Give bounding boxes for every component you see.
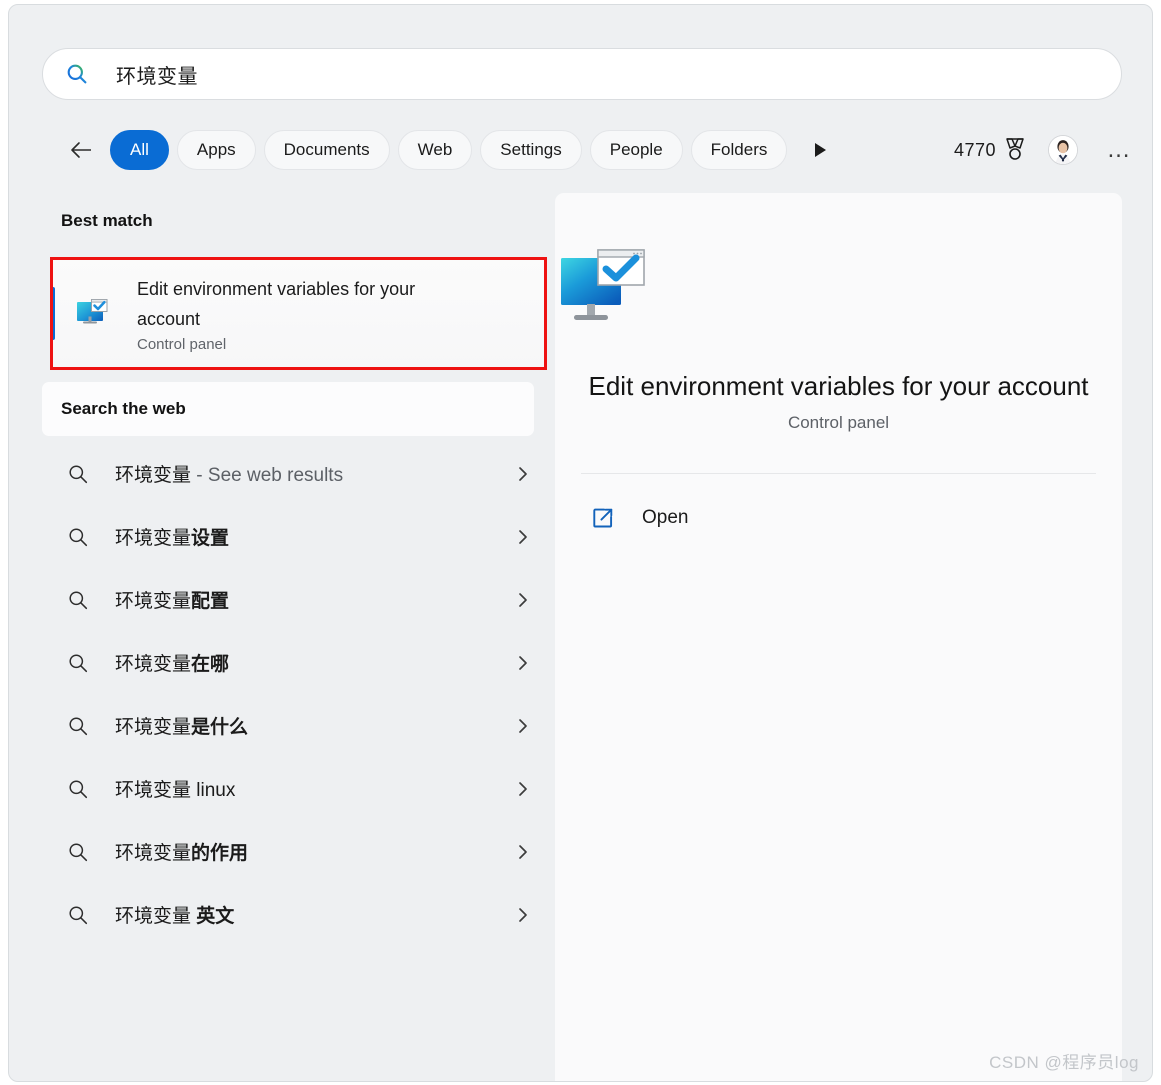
- web-suggestion-item[interactable]: 环境变量 - See web results: [42, 442, 554, 505]
- filter-tab-bar: All Apps Documents Web Settings People F…: [64, 129, 1134, 171]
- best-match-texts: Edit environment variables for your acco…: [137, 274, 477, 353]
- environment-variables-icon: [77, 298, 108, 323]
- search-the-web-header: Search the web: [61, 399, 186, 418]
- tab-settings[interactable]: Settings: [480, 130, 582, 170]
- tab-people[interactable]: People: [589, 130, 683, 170]
- best-match-item[interactable]: Edit environment variables for your acco…: [50, 257, 547, 370]
- best-match-container: Edit environment variables for your acco…: [42, 257, 554, 370]
- chevron-right-icon: [519, 844, 527, 859]
- preview-panel: Edit environment variables for your acco…: [555, 193, 1122, 1081]
- best-match-title: Edit environment variables for your acco…: [137, 279, 416, 329]
- user-avatar[interactable]: [1048, 135, 1078, 165]
- search-icon: [69, 716, 88, 735]
- web-suggestion-label: 环境变量的作用: [115, 843, 249, 864]
- web-suggestion-label: 环境变量配置: [115, 591, 230, 612]
- preview-divider: [581, 473, 1096, 474]
- web-suggestion-item[interactable]: 环境变量设置: [42, 505, 554, 568]
- web-suggestion-item[interactable]: 环境变量在哪: [42, 631, 554, 694]
- environment-variables-icon: [561, 249, 645, 320]
- chevron-right-icon: [519, 466, 527, 481]
- chevron-right-icon: [519, 655, 527, 670]
- best-match-subtitle: Control panel: [137, 336, 227, 353]
- web-suggestion-label: 环境变量 linux: [115, 780, 236, 801]
- web-suggestion-item[interactable]: 环境变量配置: [42, 568, 554, 631]
- web-suggestion-label: 环境变量 - See web results: [115, 465, 344, 486]
- open-external-icon: [593, 508, 613, 528]
- web-suggestion-item[interactable]: 环境变量是什么: [42, 694, 554, 757]
- more-options-icon[interactable]: …: [1104, 135, 1134, 165]
- web-suggestion-label: 环境变量是什么: [115, 717, 249, 738]
- web-suggestion-item[interactable]: 环境变量的作用: [42, 820, 554, 883]
- watermark: CSDN @程序员log: [989, 1053, 1139, 1072]
- open-action-button[interactable]: Open: [580, 496, 800, 540]
- tabbar-right-cluster: 4770 …: [954, 135, 1134, 165]
- web-suggestion-list: 环境变量 - See web results 环境变量设置 环境变量配置 环境变量在哪…: [42, 442, 554, 946]
- web-suggestion-item[interactable]: 环境变量 英文: [42, 883, 554, 946]
- search-icon: [69, 779, 88, 798]
- web-suggestion-label: 环境变量 英文: [115, 906, 235, 927]
- web-suggestion-item[interactable]: 环境变量 linux: [42, 757, 554, 820]
- search-icon: [69, 842, 88, 861]
- back-arrow-icon[interactable]: [64, 133, 98, 167]
- search-the-web-card: Search the web: [42, 382, 534, 436]
- chevron-right-icon: [519, 781, 527, 796]
- chevron-right-icon: [519, 907, 527, 922]
- search-icon: [69, 464, 88, 483]
- chevron-right-icon: [519, 529, 527, 544]
- results-column: Best match Edit environment variables fo…: [42, 193, 554, 1081]
- screenshot-root: 环境变量 All Apps Documents Web Settings Peo…: [0, 0, 1161, 1085]
- open-action-label: Open: [642, 507, 689, 528]
- tab-apps[interactable]: Apps: [176, 130, 256, 170]
- search-icon: [69, 905, 88, 924]
- search-box-row: 环境变量: [42, 48, 1122, 100]
- tab-documents[interactable]: Documents: [263, 130, 390, 170]
- search-icon: [69, 590, 88, 609]
- chevron-right-icon: [519, 592, 527, 607]
- search-input[interactable]: 环境变量: [42, 48, 1122, 100]
- windows-search-window: 环境变量 All Apps Documents Web Settings Peo…: [8, 4, 1153, 1082]
- search-icon: [69, 527, 88, 546]
- rewards-indicator[interactable]: 4770: [954, 137, 1026, 163]
- chevron-right-icon: [519, 718, 527, 733]
- rewards-count: 4770: [953, 139, 996, 160]
- search-query-text: 环境变量: [116, 65, 198, 88]
- web-suggestion-label: 环境变量在哪: [115, 654, 230, 675]
- forward-triangle-icon[interactable]: [803, 133, 837, 167]
- preview-subtitle: Control panel: [787, 413, 890, 432]
- tab-web[interactable]: Web: [397, 130, 473, 170]
- medal-icon: [1006, 138, 1024, 160]
- tab-all[interactable]: All: [110, 130, 169, 170]
- web-suggestion-label: 环境变量设置: [115, 528, 230, 549]
- preview-title: Edit environment variables for your acco…: [588, 371, 1089, 401]
- best-match-header: Best match: [61, 211, 153, 230]
- tab-folders[interactable]: Folders: [690, 130, 788, 170]
- search-icon: [67, 64, 87, 84]
- search-icon: [69, 653, 88, 672]
- selection-indicator: [51, 287, 55, 340]
